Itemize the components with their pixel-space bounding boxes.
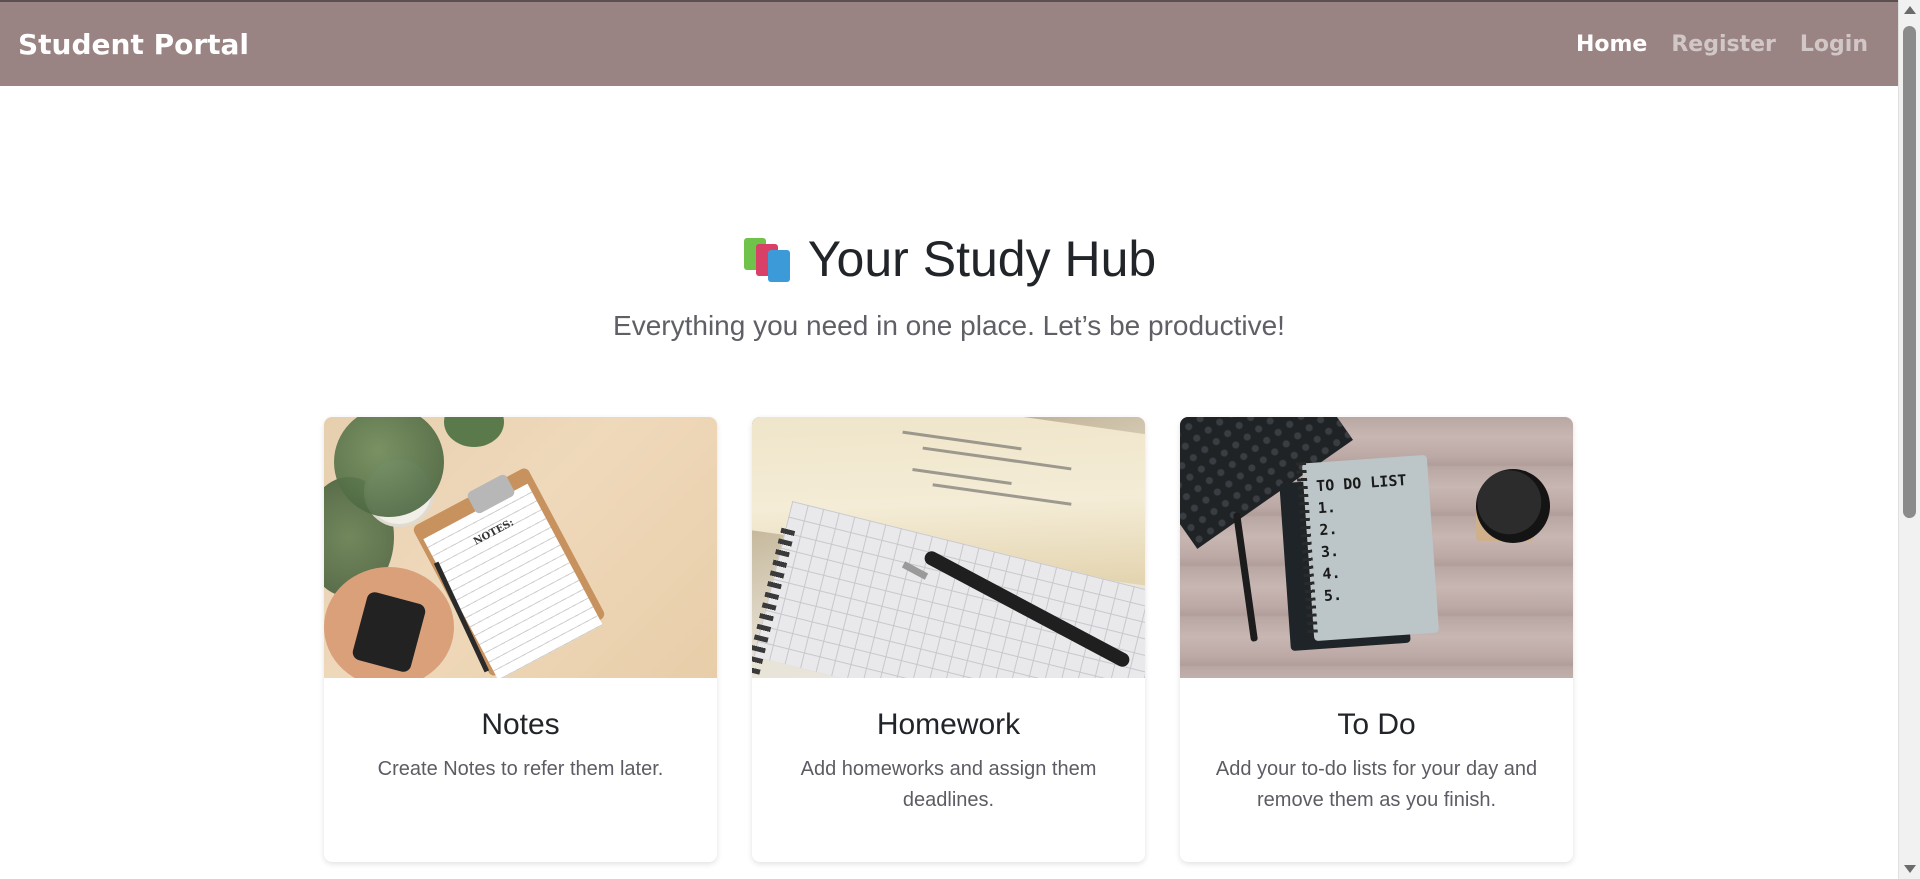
notes-clipboard-image: NOTES: xyxy=(324,417,717,678)
hero-section: Your Study Hub Everything you need in on… xyxy=(0,86,1898,342)
vertical-scrollbar[interactable] xyxy=(1898,0,1920,879)
books-icon xyxy=(742,236,792,282)
card-title: To Do xyxy=(1337,708,1416,741)
scroll-down-arrow-icon[interactable] xyxy=(1904,865,1916,873)
nav-link-login[interactable]: Login xyxy=(1800,32,1868,57)
todo-notebook-image: TO DO LIST 1. 2. 3. 4. 5. xyxy=(1180,417,1573,678)
card-text: Create Notes to refer them later. xyxy=(377,758,664,780)
brand-link[interactable]: Student Portal xyxy=(18,28,249,61)
nav-link-home[interactable]: Home xyxy=(1576,32,1647,57)
card-text: Add homeworks and assign them deadlines. xyxy=(800,758,1097,811)
card-homework[interactable]: Homework Add homeworks and assign them d… xyxy=(752,417,1145,862)
todo-image-text: TO DO LIST 1. 2. 3. 4. 5. xyxy=(1315,471,1407,605)
page-subtitle: Everything you need in one place. Let’s … xyxy=(613,310,1285,341)
nav-links: Home Register Login xyxy=(1576,32,1880,57)
scroll-thumb[interactable] xyxy=(1903,26,1916,518)
hero-title-row: Your Study Hub xyxy=(0,230,1898,288)
card-title: Notes xyxy=(481,708,560,741)
scroll-up-arrow-icon[interactable] xyxy=(1904,6,1916,14)
card-title: Homework xyxy=(876,708,1021,741)
card-text: Add your to-do lists for your day and re… xyxy=(1215,758,1538,811)
homework-book-image xyxy=(752,417,1145,678)
card-todo[interactable]: TO DO LIST 1. 2. 3. 4. 5. To Do Add your… xyxy=(1180,417,1573,862)
card-notes[interactable]: NOTES: Notes Create Notes to refer them … xyxy=(324,417,717,862)
feature-cards: NOTES: Notes Create Notes to refer them … xyxy=(324,417,1573,862)
navbar: Student Portal Home Register Login xyxy=(0,0,1898,86)
page-title: Your Study Hub xyxy=(807,231,1157,287)
nav-link-register[interactable]: Register xyxy=(1671,32,1776,57)
